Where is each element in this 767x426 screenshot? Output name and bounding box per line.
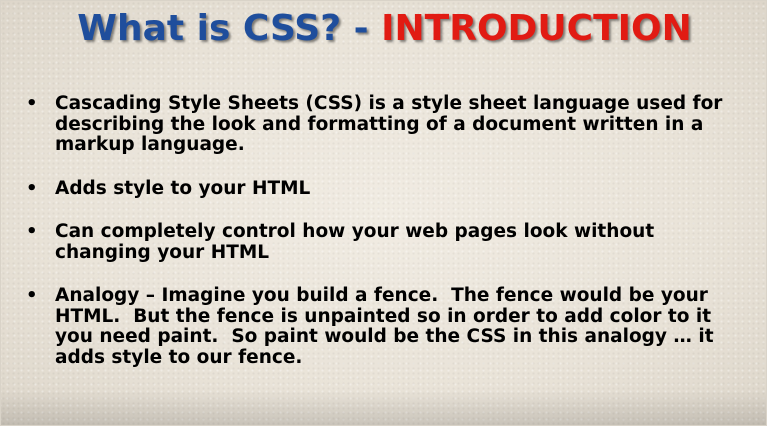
slide: What is CSS? - INTRODUCTION • Cascading … — [0, 0, 767, 426]
bullet-icon: • — [26, 93, 38, 114]
bullet-icon: • — [26, 221, 38, 242]
title-main: What is CSS? — [77, 8, 342, 49]
bullet-text: Cascading Style Sheets (CSS) is a style … — [55, 93, 723, 155]
slide-title: What is CSS? - INTRODUCTION — [1, 7, 766, 51]
bullet-text: Can completely control how your web page… — [55, 221, 655, 263]
bullet-text: Analogy – Imagine you build a fence. The… — [55, 285, 720, 368]
title-highlight: INTRODUCTION — [381, 8, 692, 49]
bullet-item-control: • Can completely control how your web pa… — [19, 221, 749, 263]
title-separator: - — [341, 8, 382, 49]
bullet-item-analogy: • Analogy – Imagine you build a fence. T… — [19, 285, 749, 368]
bullet-list: • Cascading Style Sheets (CSS) is a styl… — [19, 93, 749, 391]
bullet-icon: • — [26, 285, 38, 306]
bullet-item-adds-style: • Adds style to your HTML — [19, 177, 749, 200]
bullet-icon: • — [26, 177, 38, 199]
bullet-item-definition: • Cascading Style Sheets (CSS) is a styl… — [19, 93, 749, 156]
bullet-text: Adds style to your HTML — [55, 177, 311, 199]
